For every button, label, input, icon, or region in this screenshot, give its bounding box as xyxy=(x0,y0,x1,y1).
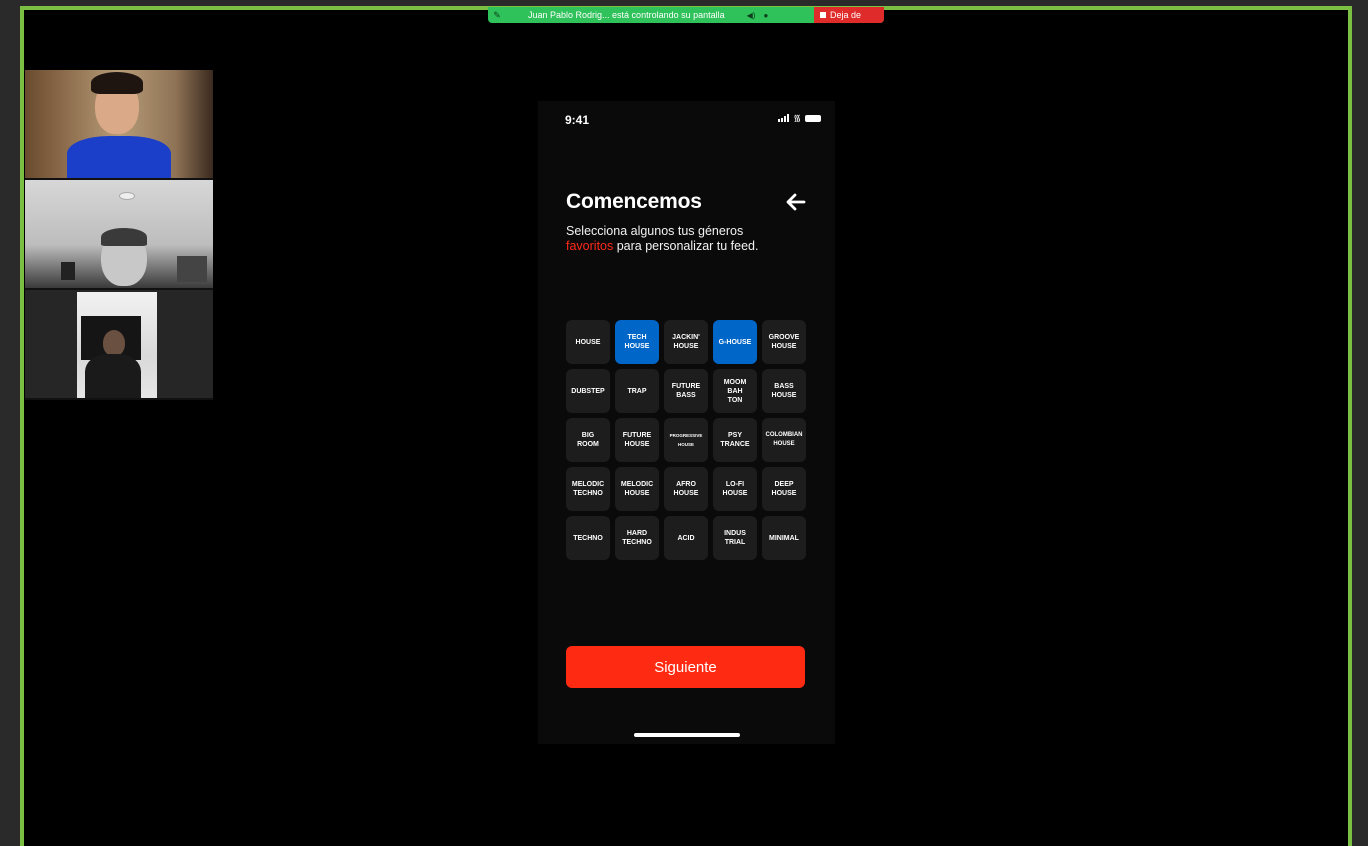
genre-chip[interactable]: G-HOUSE xyxy=(713,320,757,364)
status-icons: ᯾ xyxy=(778,113,821,123)
stop-sharing-label: Deja de xyxy=(830,10,862,20)
phone-app-screen: 9:41 ᯾ Comencemos Selecciona algunos tus… xyxy=(538,101,835,744)
subtitle-accent: favoritos xyxy=(566,239,614,253)
genre-chip[interactable]: DUBSTEP xyxy=(566,369,610,413)
pin-icon[interactable]: ✎ xyxy=(488,10,506,21)
genre-chip[interactable]: BASS HOUSE xyxy=(762,369,806,413)
genre-chip[interactable]: LO-FI HOUSE xyxy=(713,467,757,511)
wifi-icon: ᯾ xyxy=(793,113,801,123)
home-indicator xyxy=(634,733,740,737)
page-subtitle: Selecciona algunos tus géneros favoritos… xyxy=(566,224,806,254)
participant-video-strip xyxy=(25,70,213,400)
speaker-icon[interactable]: ◀) xyxy=(747,11,756,20)
genre-chip[interactable]: TRAP xyxy=(615,369,659,413)
genre-chip[interactable]: INDUS TRIAL xyxy=(713,516,757,560)
arrow-left-icon[interactable] xyxy=(784,190,808,214)
screen-share-bar: ✎ Juan Pablo Rodrig... está controlando … xyxy=(488,7,884,23)
status-time: 9:41 xyxy=(565,113,590,127)
genre-chip[interactable]: AFRO HOUSE xyxy=(664,467,708,511)
genre-chip[interactable]: FUTURE BASS xyxy=(664,369,708,413)
genre-chip[interactable]: MELODIC HOUSE xyxy=(615,467,659,511)
remote-control-message: Juan Pablo Rodrig... está controlando su… xyxy=(528,10,725,20)
genre-chip[interactable]: TECHNO xyxy=(566,516,610,560)
genre-grid: HOUSE TECH HOUSE JACKIN' HOUSE G-HOUSE GROOV… xyxy=(566,320,806,560)
genre-chip[interactable]: HARD TECHNO xyxy=(615,516,659,560)
genre-chip[interactable]: HOUSE xyxy=(566,320,610,364)
genre-chip[interactable]: PSY TRANCE xyxy=(713,418,757,462)
genre-chip[interactable]: ACID xyxy=(664,516,708,560)
genre-chip[interactable]: MINIMAL xyxy=(762,516,806,560)
genre-chip[interactable]: FUTURE HOUSE xyxy=(615,418,659,462)
genre-chip[interactable]: MELODIC TECHNO xyxy=(566,467,610,511)
participant-video-3[interactable] xyxy=(25,290,213,398)
next-button-label: Siguiente xyxy=(654,658,717,676)
genre-chip[interactable]: DEEP HOUSE xyxy=(762,467,806,511)
stop-icon xyxy=(820,12,826,18)
subtitle-text: Selecciona algunos tus géneros xyxy=(566,224,744,238)
stop-sharing-button[interactable]: Deja de xyxy=(814,7,884,23)
battery-icon xyxy=(805,114,821,122)
next-button[interactable]: Siguiente xyxy=(566,646,805,688)
genre-chip[interactable]: GROOVE HOUSE xyxy=(762,320,806,364)
genre-chip[interactable]: JACKIN' HOUSE xyxy=(664,320,708,364)
page-title: Comencemos xyxy=(566,190,702,213)
genre-chip[interactable]: BIG ROOM xyxy=(566,418,610,462)
genre-chip[interactable]: COLOMBIAN HOUSE xyxy=(762,418,806,462)
signal-icon xyxy=(778,114,790,122)
shield-icon[interactable]: ● xyxy=(763,11,768,20)
genre-chip[interactable]: PROGRESSIVE HOUSE xyxy=(664,418,708,462)
genre-chip[interactable]: TECH HOUSE xyxy=(615,320,659,364)
participant-video-2[interactable] xyxy=(25,180,213,288)
genre-chip[interactable]: MOOM BAH TON xyxy=(713,369,757,413)
subtitle-text-end: para personalizar tu feed. xyxy=(613,239,759,253)
participant-video-1[interactable] xyxy=(25,70,213,178)
